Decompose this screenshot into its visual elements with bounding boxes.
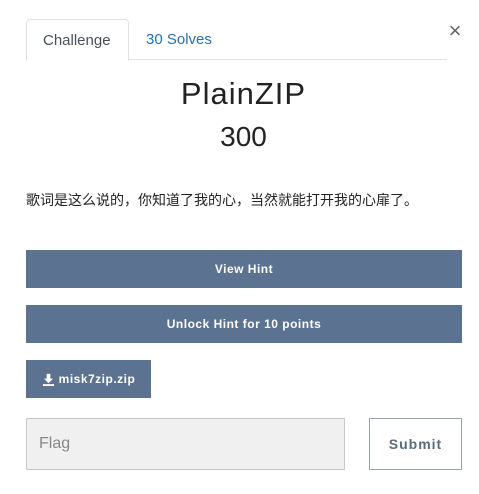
tab-solves[interactable]: 30 Solves: [130, 19, 228, 61]
file-download-button[interactable]: misk7zip.zip: [26, 360, 151, 398]
challenge-modal: Challenge 30 Solves × PlainZIP 300 歌词是这么…: [0, 0, 479, 494]
flag-input[interactable]: [26, 418, 345, 470]
tab-bar: Challenge 30 Solves: [26, 19, 447, 61]
submit-button[interactable]: Submit: [369, 418, 462, 470]
view-hint-button[interactable]: View Hint: [26, 250, 462, 288]
unlock-hint-button[interactable]: Unlock Hint for 10 points: [26, 305, 462, 343]
file-name-label: misk7zip.zip: [58, 372, 136, 386]
challenge-points: 300: [220, 121, 267, 152]
close-icon[interactable]: ×: [446, 20, 464, 42]
tab-challenge[interactable]: Challenge: [26, 19, 129, 61]
challenge-description: 歌词是这么说的，你知道了我的心，当然就能打开我的心扉了。: [26, 192, 418, 208]
download-icon: [42, 373, 54, 386]
challenge-title: PlainZIP: [180, 76, 307, 111]
